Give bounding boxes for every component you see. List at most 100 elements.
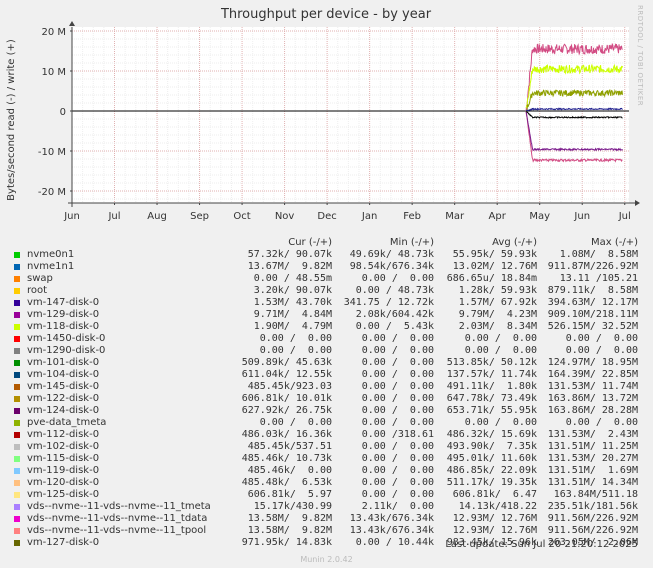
legend-value-cur: 486.03k/ 16.36k — [241, 429, 332, 440]
legend-device-name: vm-1290-disk-0 — [27, 345, 106, 356]
x-tick-label: Aug — [147, 211, 167, 222]
x-tick-label: Apr — [489, 211, 507, 222]
legend-value-min: 0.00 / 0.00 — [361, 453, 434, 464]
legend-value-cur: 485.45k/923.03 — [247, 381, 332, 392]
legend-value-min: 13.43k/676.34k — [349, 525, 434, 536]
legend-value-avg: 686.65u/ 18.84m — [446, 273, 537, 284]
legend-value-min: 0.00 / 0.00 — [361, 405, 434, 416]
legend-value-avg: 493.90k/ 7.35k — [446, 441, 537, 452]
legend-swatch — [14, 480, 20, 486]
legend-swatch — [14, 444, 20, 450]
legend-value-avg: 55.95k/ 59.93k — [452, 249, 537, 260]
legend-device-name: nvme0n1 — [27, 249, 75, 260]
last-update: Last update: Sun Jul 20 21:20:12 2025 — [445, 539, 638, 550]
y-tick-label: 20 M — [41, 27, 66, 38]
legend-value-avg: 653.71k/ 55.95k — [446, 405, 537, 416]
x-tick-label: Jul — [618, 211, 631, 222]
legend-row: vm-119-disk-0 485.46k/ 0.00 0.00 / 0.00 486… — [12, 465, 642, 477]
chart-title: Throughput per device - by year — [220, 7, 432, 22]
legend-value-max: 0.00 / 0.00 — [565, 417, 638, 428]
legend-swatch — [14, 348, 20, 354]
legend-value-cur: 485.48k/ 6.53k — [241, 477, 332, 488]
y-axis-label: Bytes/second read (-) / write (+) — [6, 39, 17, 201]
legend-row: vm-101-disk-0 509.89k/ 45.63k 0.00 / 0.00 5… — [12, 357, 642, 369]
legend-value-min: 98.54k/676.34k — [349, 261, 434, 272]
legend-row: pve-data_tmeta 0.00 / 0.00 0.00 / 0.00 0.00… — [12, 417, 642, 429]
legend-swatch — [14, 384, 20, 390]
legend-row: vm-122-disk-0 606.81k/ 10.01k 0.00 / 0.00 6… — [12, 393, 642, 405]
x-tick-label: Jul — [107, 211, 120, 222]
legend-device-name: swap — [27, 273, 53, 284]
legend-value-cur: 13.58M/ 9.82M — [247, 513, 332, 524]
legend-value-max: 131.53M/ 11.74M — [547, 381, 638, 392]
legend-value-avg: 0.00 / 0.00 — [464, 333, 537, 344]
legend-row: vm-1450-disk-0 0.00 / 0.00 0.00 / 0.00 0.00… — [12, 333, 642, 345]
legend-value-cur: 57.32k/ 90.07k — [247, 249, 332, 260]
legend-value-avg: 0.00 / 0.00 — [464, 345, 537, 356]
x-tick-label: Dec — [317, 211, 336, 222]
legend-value-max: 131.51M/ 1.69M — [547, 465, 638, 476]
legend-value-min: 0.00 / 0.00 — [361, 465, 434, 476]
legend-value-avg: 486.32k/ 15.69k — [446, 429, 537, 440]
legend-value-cur: 971.95k/ 14.83k — [241, 537, 332, 548]
legend-row: vm-145-disk-0 485.45k/923.03 0.00 / 0.00 49… — [12, 381, 642, 393]
legend-header-max: Max (-/+) — [590, 237, 638, 248]
legend-row: vm-125-disk-0 606.81k/ 5.97 0.00 / 0.00 606… — [12, 489, 642, 501]
x-tick-label: Jun — [573, 211, 590, 222]
legend-value-avg: 2.03M/ 8.34M — [458, 321, 537, 332]
legend-device-name: vm-127-disk-0 — [27, 537, 100, 548]
legend-value-min: 0.00 / 0.00 — [361, 381, 434, 392]
legend-value-max: 911.56M/226.92M — [547, 525, 638, 536]
legend-device-name: vm-124-disk-0 — [27, 405, 100, 416]
legend-value-avg: 511.17k/ 19.35k — [446, 477, 537, 488]
y-tick-label: -20 M — [38, 187, 66, 198]
legend-table: Cur (-/+) Min (-/+) Avg (-/+) Max (-/+) nvme… — [12, 237, 642, 549]
legend-value-min: 0.00 / 0.00 — [361, 357, 434, 368]
legend-value-min: 0.00 / 48.73k — [355, 285, 434, 296]
legend-swatch — [14, 372, 20, 378]
legend-value-min: 341.75 / 12.72k — [343, 297, 434, 308]
legend-swatch — [14, 408, 20, 414]
legend-value-max: 163.86M/ 28.28M — [547, 405, 638, 416]
legend-row: vds--nvme--11-vds--nvme--11_tpool 13.58M/… — [12, 525, 642, 537]
legend-value-min: 2.08k/604.42k — [355, 309, 434, 320]
legend-value-cur: 0.00 / 0.00 — [259, 345, 332, 356]
legend-device-name: nvme1n1 — [27, 261, 75, 272]
legend-value-cur: 611.04k/ 12.55k — [241, 369, 332, 380]
x-tick-label: Oct — [233, 211, 250, 222]
legend-value-min: 0.00 /318.61 — [361, 429, 434, 440]
legend-row: vm-120-disk-0 485.48k/ 6.53k 0.00 / 0.00 51… — [12, 477, 642, 489]
rrdtool-credit: RRDTOOL / TOBI OETIKER — [636, 5, 644, 107]
legend-value-avg: 0.00 / 0.00 — [464, 417, 537, 428]
legend-device-name: vm-101-disk-0 — [27, 357, 100, 368]
legend-value-cur: 606.81k/ 10.01k — [241, 393, 332, 404]
legend-value-cur: 485.46k/ 0.00 — [247, 465, 332, 476]
legend-value-min: 0.00 / 0.00 — [361, 369, 434, 380]
legend-row: vm-147-disk-0 1.53M/ 43.70k 341.75 / 12.72… — [12, 297, 642, 309]
legend-value-min: 0.00 / 0.00 — [361, 417, 434, 428]
legend-header: Cur (-/+) Min (-/+) Avg (-/+) Max (-/+) — [12, 237, 642, 249]
legend-value-max: 131.53M/ 2.43M — [547, 429, 638, 440]
legend-value-cur: 9.71M/ 4.84M — [253, 309, 332, 320]
legend-value-max: 13.11 /105.21 — [559, 273, 638, 284]
plot-area — [72, 27, 629, 203]
legend-device-name: vm-104-disk-0 — [27, 369, 100, 380]
legend-value-max: 879.11k/ 8.58M — [547, 285, 638, 296]
legend-row: vm-102-disk-0 485.45k/537.51 0.00 / 0.00 49… — [12, 441, 642, 453]
legend-value-avg: 137.57k/ 11.74k — [446, 369, 537, 380]
legend-value-max: 164.39M/ 22.85M — [547, 369, 638, 380]
legend-value-avg: 13.02M/ 12.76M — [452, 261, 537, 272]
legend-value-cur: 485.45k/537.51 — [247, 441, 332, 452]
y-tick-label: 0 — [60, 107, 66, 118]
legend-row: vm-124-disk-0 627.92k/ 26.75k 0.00 / 0.00 6… — [12, 405, 642, 417]
legend-row: vm-112-disk-0 486.03k/ 16.36k 0.00 /318.61… — [12, 429, 642, 441]
legend-swatch — [14, 432, 20, 438]
legend-device-name: vm-147-disk-0 — [27, 297, 100, 308]
legend-row: vds--nvme--11-vds--nvme--11_tmeta 15.17k/… — [12, 501, 642, 513]
legend-row: root 3.20k/ 90.07k 0.00 / 48.73k 1.28k/ 59.… — [12, 285, 642, 297]
legend-value-min: 0.00 / 5.43k — [355, 321, 434, 332]
legend-value-cur: 509.89k/ 45.63k — [241, 357, 332, 368]
legend-device-name: vm-145-disk-0 — [27, 381, 100, 392]
legend-value-min: 0.00 / 0.00 — [361, 333, 434, 344]
legend-value-min: 0.00 / 0.00 — [361, 345, 434, 356]
